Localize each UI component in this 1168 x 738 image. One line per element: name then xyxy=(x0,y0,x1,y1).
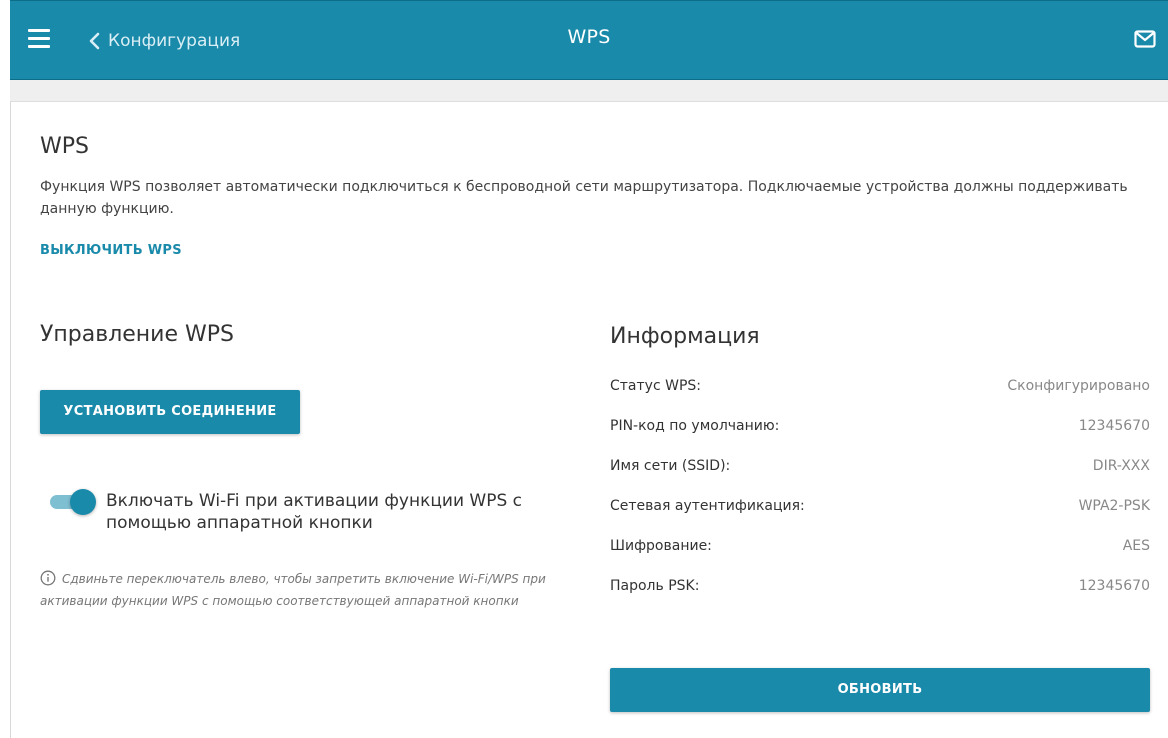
info-key: Статус WPS: xyxy=(610,378,701,394)
info-value: DIR-XXX xyxy=(1092,458,1150,474)
wps-management-title: Управление WPS xyxy=(40,322,234,347)
disable-wps-button[interactable]: ВЫКЛЮЧИТЬ WPS xyxy=(40,243,182,258)
info-key: Сетевая аутентификация: xyxy=(610,498,805,514)
info-value: WPA2-PSK xyxy=(1078,498,1150,514)
refresh-button[interactable]: ОБНОВИТЬ xyxy=(610,668,1150,712)
top-bar: Конфигурация WPS xyxy=(10,0,1168,80)
back-link[interactable]: Конфигурация xyxy=(88,26,240,56)
toggle-knob xyxy=(70,489,96,515)
chevron-left-icon xyxy=(89,32,100,50)
wps-section-title: WPS xyxy=(40,134,89,159)
info-value: AES xyxy=(1122,538,1150,554)
info-row-wps-status: Статус WPS: Сконфигурировано xyxy=(610,366,1150,406)
info-section-title: Информация xyxy=(610,324,760,349)
info-value: 12345670 xyxy=(1078,578,1150,594)
back-link-label: Конфигурация xyxy=(108,31,241,51)
wifi-on-wps-toggle-label: Включать Wi-Fi при активации функции WPS… xyxy=(106,491,523,533)
info-row-encryption: Шифрование: AES xyxy=(610,526,1150,566)
info-row-ssid: Имя сети (SSID): DIR-XXX xyxy=(610,446,1150,486)
info-table: Статус WPS: Сконфигурировано PIN-код по … xyxy=(610,366,1150,606)
wps-description: Функция WPS позволяет автоматически подк… xyxy=(40,179,1128,217)
info-key: Пароль PSK: xyxy=(610,578,700,594)
mail-icon[interactable] xyxy=(1134,29,1156,49)
wifi-on-wps-toggle[interactable] xyxy=(48,488,96,516)
info-row-default-pin: PIN-код по умолчанию: 12345670 xyxy=(610,406,1150,446)
info-icon xyxy=(40,570,56,586)
info-row-psk-password: Пароль PSK: 12345670 xyxy=(610,566,1150,606)
info-value: 12345670 xyxy=(1078,418,1150,434)
sub-bar xyxy=(10,80,1168,102)
establish-connection-button[interactable]: УСТАНОВИТЬ СОЕДИНЕНИЕ xyxy=(40,390,300,434)
info-value: Сконфигурировано xyxy=(1007,378,1150,394)
info-key: Шифрование: xyxy=(610,538,712,554)
toggle-hint-text: Сдвиньте переключатель влево, чтобы запр… xyxy=(40,572,546,608)
page-title: WPS xyxy=(567,26,611,48)
info-key: PIN-код по умолчанию: xyxy=(610,418,780,434)
toggle-hint: Сдвиньте переключатель влево, чтобы запр… xyxy=(40,568,570,612)
info-key: Имя сети (SSID): xyxy=(610,458,731,474)
info-row-authentication: Сетевая аутентификация: WPA2-PSK xyxy=(610,486,1150,526)
hamburger-menu-icon[interactable] xyxy=(28,29,52,49)
